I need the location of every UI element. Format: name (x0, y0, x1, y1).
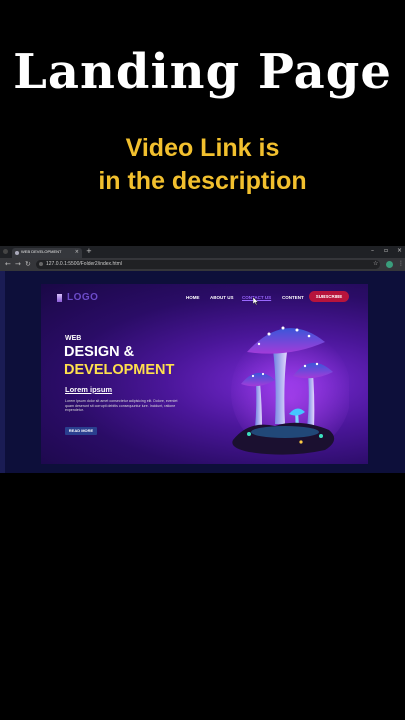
logo-mark-icon (57, 294, 62, 302)
menu-icon[interactable]: ⋮ (398, 260, 404, 267)
url-field[interactable]: 127.0.0.1:5500/Folder2/index.html (36, 260, 380, 269)
address-bar-row: ← → ↻ 127.0.0.1:5500/Folder2/index.html … (0, 258, 405, 271)
tab-bar: WEB DEVELOPMENT × + – ▫ × (0, 246, 405, 258)
tab-title: WEB DEVELOPMENT (21, 249, 62, 254)
subscribe-button[interactable]: SUBSCRIBE (309, 291, 349, 302)
tab-search-icon[interactable] (3, 249, 8, 254)
hero-title-line-2: DEVELOPMENT (64, 362, 175, 378)
nav-about-us[interactable]: ABOUT US (210, 295, 234, 300)
scroll-edge (0, 271, 5, 473)
hero-subtitle: Lorem ipsum (65, 385, 113, 394)
read-more-button[interactable]: READ MORE (65, 427, 97, 435)
new-tab-button[interactable]: + (86, 247, 92, 255)
maximize-button[interactable]: ▫ (384, 247, 388, 254)
browser-tab[interactable]: WEB DEVELOPMENT × (12, 248, 82, 258)
minimize-button[interactable]: – (371, 247, 374, 254)
close-window-button[interactable]: × (397, 247, 402, 254)
tab-close-icon[interactable]: × (75, 249, 79, 255)
reload-icon[interactable]: ↻ (25, 260, 31, 268)
video-caption-line-1: Video Link is (125, 134, 280, 162)
url-text: 127.0.0.1:5500/Folder2/index.html (46, 261, 122, 267)
profile-avatar[interactable] (386, 261, 393, 268)
video-caption-line-2: in the description (98, 167, 307, 195)
video-headline: Landing Page (13, 44, 392, 100)
hero-title-line-1: DESIGN & (64, 344, 135, 360)
browser-window: WEB DEVELOPMENT × + – ▫ × ← → ↻ 127.0.0.… (0, 246, 405, 473)
mouse-cursor-icon (253, 297, 258, 305)
nav-home[interactable]: HOME (186, 295, 200, 300)
site-logo[interactable]: LOGO (67, 292, 98, 303)
mushroom-illustration (231, 326, 349, 455)
hero-eyebrow: WEB (65, 335, 82, 342)
landing-page-card: LOGO HOME ABOUT US CONTACT US CONTENT SU… (41, 284, 368, 464)
hero-body-text: Lorem ipsum dolor sit amet consectetur a… (65, 399, 178, 413)
star-icon[interactable]: ☆ (373, 260, 378, 267)
globe-icon (15, 251, 19, 255)
forward-icon[interactable]: → (15, 260, 21, 268)
nav-content[interactable]: CONTENT (282, 295, 304, 300)
site-info-icon[interactable] (39, 262, 43, 266)
page-viewport: LOGO HOME ABOUT US CONTACT US CONTENT SU… (0, 271, 405, 473)
back-icon[interactable]: ← (5, 260, 11, 268)
